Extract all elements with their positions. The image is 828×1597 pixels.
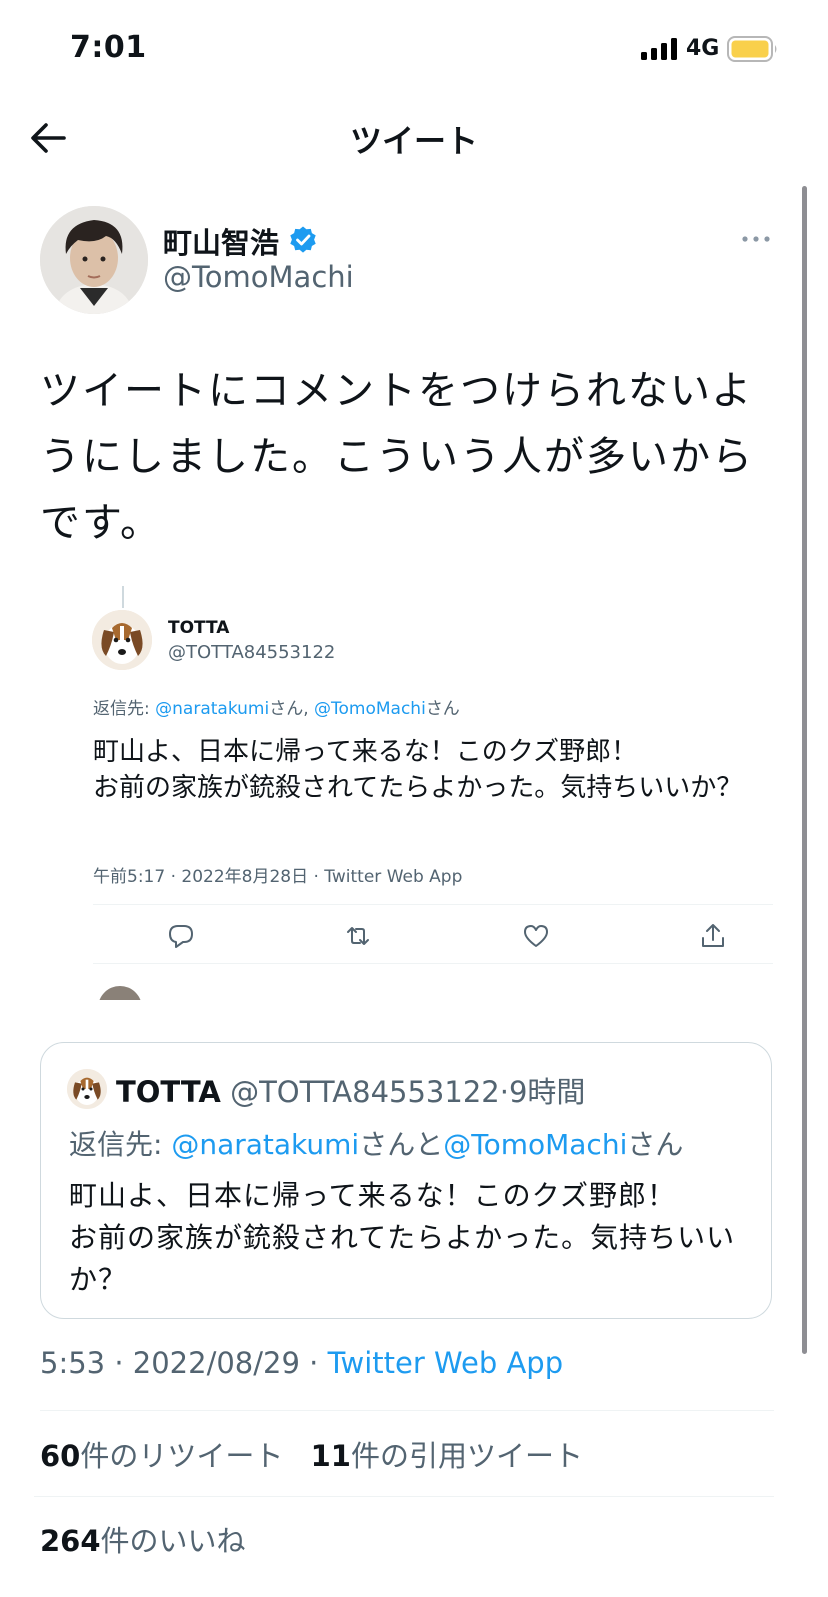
tweet-timestamp: 5:53 · 2022/08/29 · Twitter Web App (40, 1346, 564, 1380)
attached-screenshot-image[interactable]: TOTTA @TOTTA84553122 返信先: @naratakumiさん,… (40, 586, 780, 1000)
dog-avatar-icon (67, 1069, 107, 1109)
tweet-source-link[interactable]: Twitter Web App (328, 1346, 564, 1380)
quoted-author-name: TOTTA (116, 1075, 221, 1109)
author-avatar[interactable] (40, 206, 148, 314)
separator-dot: · (499, 1075, 509, 1109)
divider (34, 1496, 774, 1497)
tweet-text: ツイートにコメントをつけられないようにしました。こういう人が多いからです。 (40, 368, 754, 546)
likes-stat-row: 264件のいいね (40, 1518, 264, 1560)
share-icon (702, 924, 724, 947)
shot-next-avatar (98, 986, 142, 1000)
battery-icon (727, 36, 777, 62)
quoted-reply-to: 返信先: @naratakumiさんと@TomoMachiさん (69, 1128, 684, 1161)
retweet-icon (347, 927, 369, 945)
author-name[interactable]: 町山智浩 (163, 220, 279, 262)
shot-reply-to: 返信先: @naratakumiさん, @TomoMachiさん (93, 699, 460, 719)
dog-avatar-icon (92, 610, 152, 670)
quoted-author-avatar (67, 1069, 107, 1109)
page-title: ツイート (349, 122, 478, 160)
more-options-icon[interactable] (740, 224, 772, 254)
like-icon (524, 925, 548, 947)
shot-divider (93, 963, 773, 964)
quoted-tweet-text: 町山よ、日本に帰って来るな！このクズ野郎！ お前の家族が銃殺されてたらよかった。気… (69, 1179, 736, 1296)
reply-icon (169, 925, 193, 948)
quote-tweets-stat[interactable]: 11件の引用ツイート (311, 1439, 583, 1473)
cellular-signal-icon (641, 38, 677, 60)
thread-line (122, 586, 124, 608)
network-type: 4G (686, 36, 720, 61)
retweets-stat[interactable]: 60件のリツイート (40, 1439, 283, 1473)
shot-author-name: TOTTA (168, 618, 230, 638)
image-edge-fade (40, 586, 70, 1000)
reply-user-link[interactable]: @naratakumi (171, 1128, 359, 1161)
verified-badge-icon (290, 226, 316, 253)
scrollbar[interactable] (802, 186, 807, 1354)
shot-divider (93, 904, 773, 905)
divider (40, 1410, 774, 1411)
quoted-header: TOTTA @TOTTA84553122·9時間 (116, 1069, 585, 1111)
quoted-tweet-card[interactable]: TOTTA @TOTTA84553122·9時間 返信先: @naratakum… (40, 1042, 772, 1319)
reply-user-link[interactable]: @TomoMachi (443, 1128, 627, 1161)
shot-tweet-meta: 午前5:17 · 2022年8月28日 · Twitter Web App (93, 867, 463, 887)
status-time: 7:01 (70, 30, 147, 65)
shot-author-handle: @TOTTA84553122 (168, 642, 336, 663)
person-avatar-icon (40, 206, 148, 314)
shot-tweet-text: 町山よ、日本に帰って来るな！このクズ野郎！ お前の家族が銃殺されてたらよかった。気… (93, 737, 743, 803)
likes-stat[interactable]: 264件のいいね (40, 1524, 246, 1558)
quoted-tweet-age: 9時間 (508, 1075, 586, 1109)
quoted-author-handle: @TOTTA84553122 (230, 1075, 500, 1109)
engagement-stats: 60件のリツイート 11件の引用ツイート (40, 1433, 601, 1475)
shot-author-avatar (92, 610, 152, 670)
author-handle[interactable]: @TomoMachi (163, 260, 354, 294)
